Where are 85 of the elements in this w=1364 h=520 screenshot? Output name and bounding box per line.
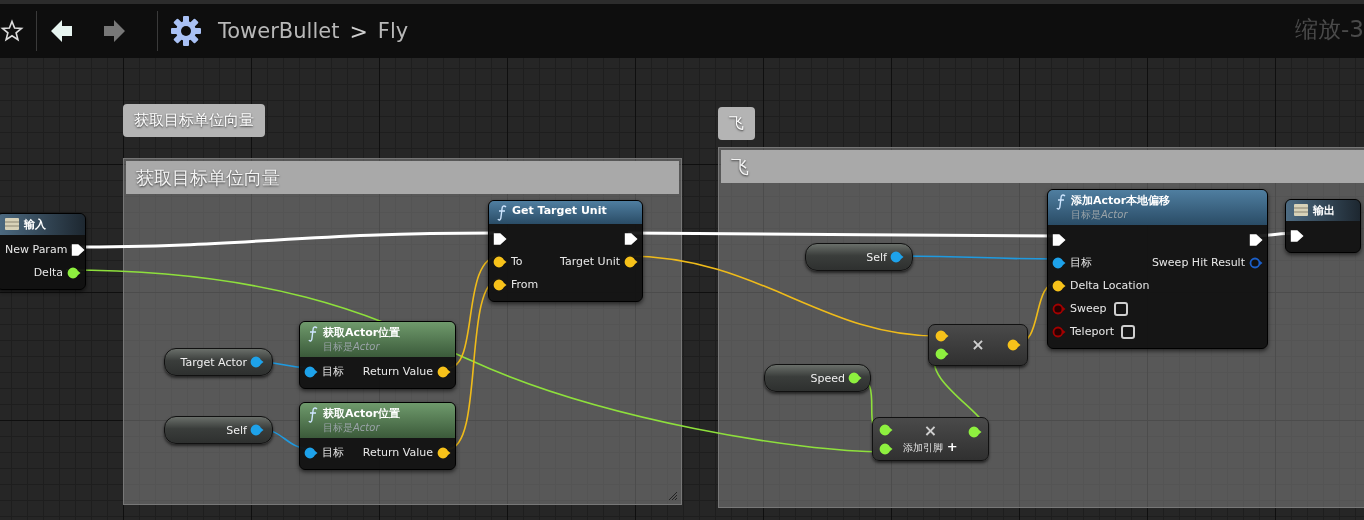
data-pin[interactable] (1007, 339, 1021, 351)
pin-label: 目标 (322, 445, 344, 460)
data-pin[interactable] (437, 365, 451, 378)
data-pin[interactable] (304, 365, 318, 378)
function-icon (1056, 194, 1066, 210)
data-pin[interactable] (1052, 279, 1066, 292)
exec-pin[interactable] (71, 243, 86, 256)
node-subtitle: 目标是Actor (323, 340, 381, 354)
exec-pin[interactable] (1290, 229, 1304, 242)
data-pin[interactable] (67, 266, 81, 279)
pin-label: Teleport (1070, 325, 1114, 338)
data-pin[interactable] (848, 372, 862, 384)
event-node[interactable]: 输入 New Param Delta (0, 213, 86, 290)
variable-label: Self (866, 250, 887, 264)
data-pin[interactable] (493, 255, 507, 268)
math-node[interactable]: × (928, 324, 1028, 366)
math-node[interactable]: × 添加引脚 + (872, 417, 989, 461)
comment-title: 获取目标单位向量 (126, 161, 679, 194)
variable-node[interactable]: Self (805, 243, 913, 271)
breadcrumb-separator: > (349, 18, 368, 44)
comment-bubble: 飞 (718, 107, 755, 140)
data-pin[interactable] (935, 330, 949, 342)
function-icon (308, 407, 318, 423)
variable-label: Self (226, 423, 247, 437)
node-title: 输入 (24, 217, 46, 232)
table-icon (5, 218, 19, 230)
data-pin[interactable] (935, 348, 949, 360)
variable-label: Target Actor (180, 355, 247, 369)
node-subtitle: 目标是Actor (323, 421, 381, 435)
variable-node[interactable]: Target Actor (164, 348, 273, 376)
function-node[interactable]: 获取Actor位置 目标是Actor 目标 Return Value (299, 402, 456, 470)
pin-label: 目标 (1070, 255, 1092, 270)
breadcrumb-item[interactable]: Fly (377, 19, 409, 43)
table-icon (1294, 204, 1308, 216)
add-pin-button[interactable]: 添加引脚 + (903, 439, 958, 455)
data-pin[interactable] (624, 255, 638, 268)
node-title: 添加Actor本地偏移 (1071, 193, 1171, 208)
event-node[interactable]: 输出 (1285, 199, 1361, 253)
resize-grip-icon[interactable] (668, 491, 678, 501)
function-icon (497, 205, 507, 221)
pin-label: To (511, 255, 523, 268)
function-node[interactable]: Get Target Unit To Target Unit From (488, 200, 643, 302)
pin-label: Sweep (1070, 302, 1107, 315)
exec-pin[interactable] (1052, 233, 1066, 246)
zoom-label: 缩放-3 (1295, 15, 1364, 44)
exec-pin[interactable] (624, 232, 638, 245)
pin-label: Delta (33, 266, 63, 279)
data-pin[interactable] (968, 426, 982, 438)
data-pin[interactable] (879, 423, 893, 436)
pin-label: 目标 (322, 364, 344, 379)
exec-pin[interactable] (1249, 233, 1263, 246)
node-subtitle: 目标是Actor (1071, 208, 1129, 222)
star-icon[interactable] (0, 19, 24, 43)
node-title: Get Target Unit (512, 204, 607, 217)
comment-title: 飞 (721, 150, 1364, 183)
breadcrumb-item[interactable]: TowerBullet (218, 19, 340, 43)
function-node[interactable]: 获取Actor位置 目标是Actor 目标 Return Value (299, 321, 456, 389)
checkbox[interactable] (1121, 324, 1135, 339)
operator-symbol: × (971, 337, 985, 353)
node-title: 输出 (1313, 203, 1335, 218)
pin-label: Delta Location (1070, 279, 1150, 292)
pin-label: Return Value (362, 446, 433, 459)
variable-label: Speed (810, 371, 845, 385)
variable-node[interactable]: Speed (764, 364, 871, 392)
data-pin[interactable] (304, 446, 318, 459)
data-pin[interactable] (437, 446, 451, 459)
data-pin[interactable] (493, 278, 507, 291)
exec-pin[interactable] (493, 232, 507, 245)
pin-label: Return Value (362, 365, 433, 378)
node-title: 获取Actor位置 (323, 325, 401, 340)
function-icon (308, 326, 318, 342)
comment-bubble: 获取目标单位向量 (123, 104, 265, 137)
checkbox[interactable] (1113, 301, 1128, 316)
operator-symbol: × (923, 423, 938, 439)
data-pin[interactable] (879, 442, 893, 455)
data-pin[interactable] (1052, 256, 1066, 269)
settings-icon (170, 15, 202, 47)
pin-label: From (511, 278, 539, 291)
function-node[interactable]: 添加Actor本地偏移 目标是Actor 目标 Sweep Hit Result Delta Location Sweep Teleport (1047, 189, 1268, 349)
pin-label: New Param (5, 243, 68, 256)
node-title: 获取Actor位置 (323, 406, 401, 421)
pin-label: Target Unit (560, 255, 620, 268)
variable-node[interactable]: Self (164, 416, 273, 444)
pin-label: Sweep Hit Result (1151, 256, 1245, 269)
back-arrow-icon[interactable] (49, 18, 75, 44)
